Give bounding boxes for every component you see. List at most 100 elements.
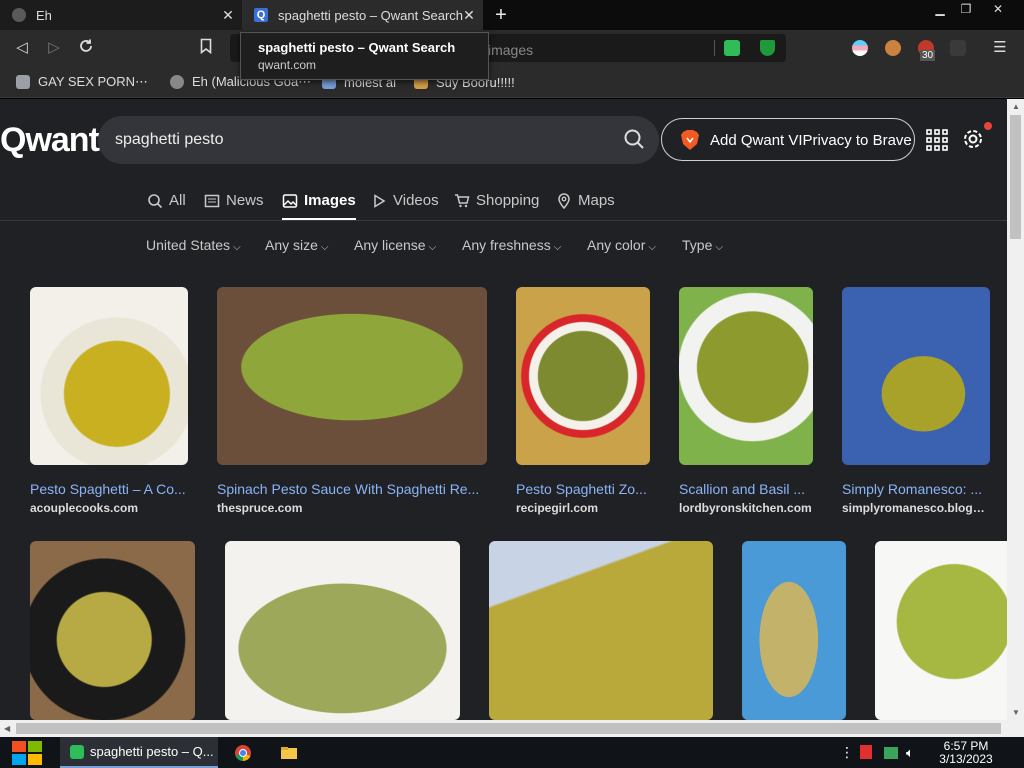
tab-shopping[interactable]: Shopping bbox=[454, 192, 539, 220]
close-tab-icon[interactable]: ✕ bbox=[461, 7, 477, 23]
address-input[interactable]: images bbox=[488, 42, 533, 58]
tab-maps[interactable]: Maps bbox=[556, 192, 615, 220]
license-filter[interactable]: Any license ⌵ bbox=[354, 237, 436, 253]
image-result-thumbnail[interactable] bbox=[875, 541, 1007, 720]
result-thumbnail[interactable] bbox=[30, 287, 188, 465]
color-filter[interactable]: Any color ⌵ bbox=[587, 237, 656, 253]
brave-lion-icon bbox=[681, 130, 699, 150]
restore-button[interactable]: ❐ bbox=[952, 0, 980, 18]
taskbar-browser-task[interactable]: spaghetti pesto – Q... bbox=[60, 737, 218, 768]
tab-title: Eh bbox=[36, 7, 52, 23]
result-thumbnail[interactable] bbox=[679, 287, 813, 465]
file-explorer-icon[interactable] bbox=[280, 744, 298, 762]
bookmark-button[interactable] bbox=[196, 38, 216, 58]
type-filter[interactable]: Type ⌵ bbox=[682, 237, 723, 253]
network-tray-icon[interactable] bbox=[884, 747, 898, 759]
horizontal-scroll-thumb[interactable] bbox=[16, 723, 1001, 734]
map-pin-icon bbox=[558, 193, 570, 209]
tab-all[interactable]: All bbox=[147, 192, 186, 220]
tab-images[interactable]: Images bbox=[282, 192, 356, 220]
result-title[interactable]: Pesto Spaghetti – A Co... bbox=[30, 481, 188, 497]
extension-icon[interactable] bbox=[950, 40, 966, 56]
search-icon[interactable] bbox=[623, 128, 645, 150]
chrome-icon[interactable] bbox=[234, 744, 252, 762]
tab-label: Maps bbox=[578, 192, 615, 209]
menu-icon[interactable]: ☰ bbox=[990, 38, 1010, 58]
taskbar-clock[interactable]: 6:57 PM 3/13/2023 bbox=[936, 740, 996, 766]
freshness-filter[interactable]: Any freshness ⌵ bbox=[462, 237, 561, 253]
tray-overflow-icon[interactable]: ⋮ bbox=[840, 744, 854, 761]
close-window-button[interactable]: ✕ bbox=[984, 0, 1012, 18]
windows-taskbar: spaghetti pesto – Q... ⋮ 🔈︎ 6:57 PM 3/13… bbox=[0, 737, 1024, 768]
notification-dot bbox=[984, 122, 992, 130]
tooltip-title: spaghetti pesto – Qwant Search bbox=[258, 40, 456, 55]
vertical-scrollbar[interactable]: ▲ ▼ bbox=[1007, 99, 1024, 720]
gear-icon[interactable] bbox=[960, 126, 986, 152]
tab-label: Shopping bbox=[476, 192, 540, 209]
tab-hover-tooltip: spaghetti pesto – Qwant Search qwant.com bbox=[240, 32, 489, 80]
result-thumbnail[interactable] bbox=[842, 287, 990, 465]
add-to-brave-label: Add Qwant VIPrivacy to Brave bbox=[710, 132, 912, 149]
result-title[interactable]: Scallion and Basil ... bbox=[679, 481, 813, 497]
tab-label: Videos bbox=[393, 192, 439, 209]
apps-grid-icon[interactable] bbox=[926, 129, 948, 151]
volume-icon[interactable]: 🔈︎ bbox=[906, 745, 922, 761]
image-result-thumbnail[interactable] bbox=[225, 541, 460, 720]
new-tab-button[interactable]: + bbox=[490, 4, 512, 26]
reload-icon bbox=[80, 39, 92, 52]
tab-videos[interactable]: Videos bbox=[371, 192, 439, 220]
result-source[interactable]: recipegirl.com bbox=[516, 501, 650, 515]
avatar-extension-icon[interactable] bbox=[885, 40, 901, 56]
minimize-button[interactable]: ▁ bbox=[926, 0, 954, 18]
back-button[interactable]: ◁ bbox=[12, 38, 32, 58]
add-to-brave-button[interactable]: Add Qwant VIPrivacy to Brave bbox=[661, 118, 915, 161]
result-thumbnail[interactable] bbox=[516, 287, 650, 465]
browser-tab-strip: Eh ✕ Q spaghetti pesto – Qwant Search ✕ … bbox=[0, 0, 1024, 30]
result-source[interactable]: lordbyronskitchen.com bbox=[679, 501, 813, 515]
search-box[interactable]: spaghetti pesto bbox=[98, 116, 659, 164]
browser-toolbar: ◁ ▷ images 30 ☰ bbox=[0, 30, 1024, 66]
qwant-logo[interactable]: Qwant bbox=[0, 121, 100, 160]
reload-button[interactable] bbox=[76, 38, 96, 58]
search-input[interactable]: spaghetti pesto bbox=[115, 131, 224, 149]
shield-icon[interactable] bbox=[760, 40, 775, 56]
desktop-screen: Eh ✕ Q spaghetti pesto – Qwant Search ✕ … bbox=[0, 0, 1024, 768]
image-result-thumbnail[interactable] bbox=[489, 541, 713, 720]
scroll-down-arrow[interactable]: ▼ bbox=[1012, 708, 1020, 717]
result-source[interactable]: thespruce.com bbox=[217, 501, 487, 515]
horizontal-scrollbar[interactable]: ◀ bbox=[0, 720, 1024, 737]
vertical-scroll-thumb[interactable] bbox=[1010, 115, 1021, 239]
address-divider bbox=[714, 40, 715, 56]
forward-button[interactable]: ▷ bbox=[44, 38, 64, 58]
flag-tray-icon[interactable] bbox=[860, 745, 872, 759]
globe-icon bbox=[170, 75, 184, 89]
share-icon[interactable] bbox=[724, 40, 740, 56]
result-title[interactable]: Simply Romanesco: ... bbox=[842, 481, 990, 497]
result-title[interactable]: Spinach Pesto Sauce With Spaghetti Re... bbox=[217, 481, 487, 497]
chevron-down-icon: ⌵ bbox=[233, 242, 241, 253]
chevron-down-icon: ⌵ bbox=[715, 242, 723, 253]
tab-qwant-search[interactable]: Q spaghetti pesto – Qwant Search ✕ bbox=[242, 0, 483, 30]
close-tab-icon[interactable]: ✕ bbox=[220, 7, 236, 23]
scroll-left-arrow[interactable]: ◀ bbox=[4, 724, 10, 733]
search-tabs: All News Images Videos Shopping Maps bbox=[0, 184, 1007, 221]
result-source[interactable]: acouplecooks.com bbox=[30, 501, 188, 515]
result-title[interactable]: Pesto Spaghetti Zo... bbox=[516, 481, 650, 497]
bookmark-item[interactable]: GAY SEX PORN⋯ bbox=[16, 73, 148, 91]
search-icon bbox=[148, 194, 163, 209]
flag-extension-icon[interactable] bbox=[852, 40, 868, 56]
tab-news[interactable]: News bbox=[204, 192, 264, 220]
size-filter[interactable]: Any size ⌵ bbox=[265, 237, 329, 253]
folder-icon bbox=[16, 75, 30, 89]
image-result-thumbnail[interactable] bbox=[30, 541, 195, 720]
windows-start-icon[interactable] bbox=[10, 739, 44, 767]
result-source[interactable]: simplyromanesco.blogsp... bbox=[842, 501, 990, 515]
task-label: spaghetti pesto – Q... bbox=[90, 744, 214, 759]
chevron-down-icon: ⌵ bbox=[553, 242, 562, 253]
result-thumbnail[interactable] bbox=[217, 287, 487, 465]
scroll-up-arrow[interactable]: ▲ bbox=[1012, 102, 1020, 111]
region-filter[interactable]: United States ⌵ bbox=[146, 237, 241, 253]
tab-label: All bbox=[169, 192, 186, 209]
tab-eh[interactable]: Eh ✕ bbox=[0, 0, 242, 30]
image-result-thumbnail[interactable] bbox=[742, 541, 846, 720]
